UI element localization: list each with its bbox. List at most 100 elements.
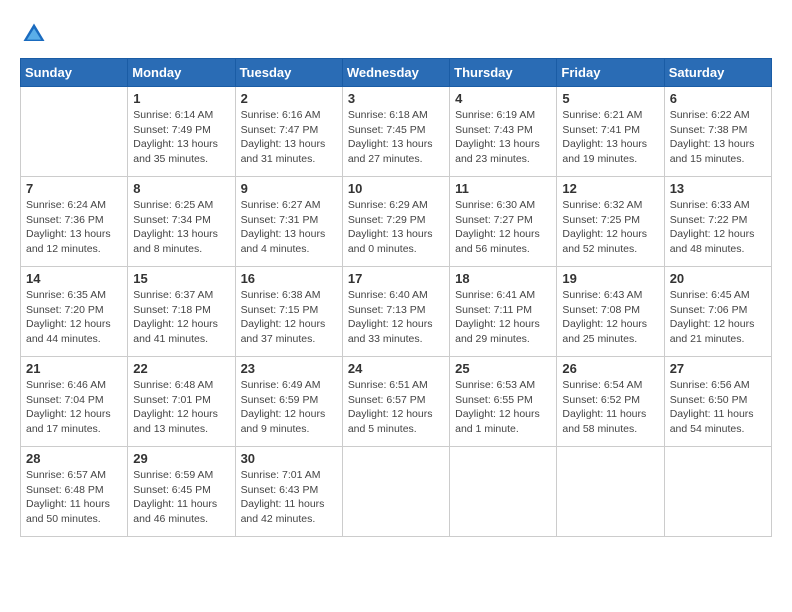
day-number: 15 xyxy=(133,271,229,286)
day-info: Sunrise: 7:01 AM Sunset: 6:43 PM Dayligh… xyxy=(241,468,337,527)
day-number: 26 xyxy=(562,361,658,376)
day-info: Sunrise: 6:24 AM Sunset: 7:36 PM Dayligh… xyxy=(26,198,122,257)
day-info: Sunrise: 6:14 AM Sunset: 7:49 PM Dayligh… xyxy=(133,108,229,167)
day-number: 24 xyxy=(348,361,444,376)
column-header-saturday: Saturday xyxy=(664,59,771,87)
calendar-cell: 11 Sunrise: 6:30 AM Sunset: 7:27 PM Dayli… xyxy=(450,177,557,267)
day-info: Sunrise: 6:21 AM Sunset: 7:41 PM Dayligh… xyxy=(562,108,658,167)
calendar-cell: 26 Sunrise: 6:54 AM Sunset: 6:52 PM Dayli… xyxy=(557,357,664,447)
day-number: 8 xyxy=(133,181,229,196)
header-row: SundayMondayTuesdayWednesdayThursdayFrid… xyxy=(21,59,772,87)
day-info: Sunrise: 6:40 AM Sunset: 7:13 PM Dayligh… xyxy=(348,288,444,347)
calendar-cell: 5Sunrise: 6:21 AM Sunset: 7:41 PM Daylig… xyxy=(557,87,664,177)
day-info: Sunrise: 6:45 AM Sunset: 7:06 PM Dayligh… xyxy=(670,288,766,347)
day-number: 4 xyxy=(455,91,551,106)
calendar-table: SundayMondayTuesdayWednesdayThursdayFrid… xyxy=(20,58,772,537)
day-number: 23 xyxy=(241,361,337,376)
week-row-3: 14 Sunrise: 6:35 AM Sunset: 7:20 PM Dayli… xyxy=(21,267,772,357)
day-info: Sunrise: 6:25 AM Sunset: 7:34 PM Dayligh… xyxy=(133,198,229,257)
day-info: Sunrise: 6:22 AM Sunset: 7:38 PM Dayligh… xyxy=(670,108,766,167)
day-number: 21 xyxy=(26,361,122,376)
logo xyxy=(20,20,52,48)
calendar-cell: 19Sunrise: 6:43 AM Sunset: 7:08 PM Dayli… xyxy=(557,267,664,357)
day-number: 7 xyxy=(26,181,122,196)
day-number: 6 xyxy=(670,91,766,106)
day-number: 13 xyxy=(670,181,766,196)
calendar-cell: 6 Sunrise: 6:22 AM Sunset: 7:38 PM Daylig… xyxy=(664,87,771,177)
calendar-cell: 22 Sunrise: 6:48 AM Sunset: 7:01 PM Dayli… xyxy=(128,357,235,447)
day-number: 20 xyxy=(670,271,766,286)
day-info: Sunrise: 6:29 AM Sunset: 7:29 PM Dayligh… xyxy=(348,198,444,257)
calendar-cell xyxy=(450,447,557,537)
calendar-cell xyxy=(664,447,771,537)
calendar-cell: 9Sunrise: 6:27 AM Sunset: 7:31 PM Daylig… xyxy=(235,177,342,267)
calendar-cell xyxy=(21,87,128,177)
day-info: Sunrise: 6:57 AM Sunset: 6:48 PM Dayligh… xyxy=(26,468,122,527)
day-info: Sunrise: 6:53 AM Sunset: 6:55 PM Dayligh… xyxy=(455,378,551,437)
day-info: Sunrise: 6:33 AM Sunset: 7:22 PM Dayligh… xyxy=(670,198,766,257)
calendar-cell: 15 Sunrise: 6:37 AM Sunset: 7:18 PM Dayli… xyxy=(128,267,235,357)
calendar-cell xyxy=(557,447,664,537)
day-number: 30 xyxy=(241,451,337,466)
day-number: 11 xyxy=(455,181,551,196)
column-header-thursday: Thursday xyxy=(450,59,557,87)
day-info: Sunrise: 6:35 AM Sunset: 7:20 PM Dayligh… xyxy=(26,288,122,347)
day-number: 25 xyxy=(455,361,551,376)
calendar-cell: 25 Sunrise: 6:53 AM Sunset: 6:55 PM Dayli… xyxy=(450,357,557,447)
calendar-cell: 21 Sunrise: 6:46 AM Sunset: 7:04 PM Dayli… xyxy=(21,357,128,447)
day-number: 16 xyxy=(241,271,337,286)
calendar-cell: 14 Sunrise: 6:35 AM Sunset: 7:20 PM Dayli… xyxy=(21,267,128,357)
day-info: Sunrise: 6:56 AM Sunset: 6:50 PM Dayligh… xyxy=(670,378,766,437)
calendar-cell: 28 Sunrise: 6:57 AM Sunset: 6:48 PM Dayli… xyxy=(21,447,128,537)
column-header-tuesday: Tuesday xyxy=(235,59,342,87)
day-info: Sunrise: 6:38 AM Sunset: 7:15 PM Dayligh… xyxy=(241,288,337,347)
day-info: Sunrise: 6:32 AM Sunset: 7:25 PM Dayligh… xyxy=(562,198,658,257)
calendar-cell: 8 Sunrise: 6:25 AM Sunset: 7:34 PM Daylig… xyxy=(128,177,235,267)
calendar-cell: 24 Sunrise: 6:51 AM Sunset: 6:57 PM Dayli… xyxy=(342,357,449,447)
calendar-cell: 30 Sunrise: 7:01 AM Sunset: 6:43 PM Dayli… xyxy=(235,447,342,537)
day-info: Sunrise: 6:59 AM Sunset: 6:45 PM Dayligh… xyxy=(133,468,229,527)
day-number: 12 xyxy=(562,181,658,196)
week-row-4: 21 Sunrise: 6:46 AM Sunset: 7:04 PM Dayli… xyxy=(21,357,772,447)
calendar-cell: 2 Sunrise: 6:16 AM Sunset: 7:47 PM Daylig… xyxy=(235,87,342,177)
day-number: 2 xyxy=(241,91,337,106)
logo-icon xyxy=(20,20,48,48)
calendar-cell: 17 Sunrise: 6:40 AM Sunset: 7:13 PM Dayli… xyxy=(342,267,449,357)
day-info: Sunrise: 6:43 AM Sunset: 7:08 PM Dayligh… xyxy=(562,288,658,347)
day-info: Sunrise: 6:19 AM Sunset: 7:43 PM Dayligh… xyxy=(455,108,551,167)
day-number: 28 xyxy=(26,451,122,466)
day-info: Sunrise: 6:51 AM Sunset: 6:57 PM Dayligh… xyxy=(348,378,444,437)
calendar-cell: 18 Sunrise: 6:41 AM Sunset: 7:11 PM Dayli… xyxy=(450,267,557,357)
column-header-friday: Friday xyxy=(557,59,664,87)
day-number: 18 xyxy=(455,271,551,286)
day-number: 9 xyxy=(241,181,337,196)
day-info: Sunrise: 6:41 AM Sunset: 7:11 PM Dayligh… xyxy=(455,288,551,347)
day-info: Sunrise: 6:48 AM Sunset: 7:01 PM Dayligh… xyxy=(133,378,229,437)
day-info: Sunrise: 6:37 AM Sunset: 7:18 PM Dayligh… xyxy=(133,288,229,347)
day-info: Sunrise: 6:30 AM Sunset: 7:27 PM Dayligh… xyxy=(455,198,551,257)
calendar-cell: 29Sunrise: 6:59 AM Sunset: 6:45 PM Dayli… xyxy=(128,447,235,537)
column-header-monday: Monday xyxy=(128,59,235,87)
day-number: 22 xyxy=(133,361,229,376)
calendar-cell: 1Sunrise: 6:14 AM Sunset: 7:49 PM Daylig… xyxy=(128,87,235,177)
day-info: Sunrise: 6:16 AM Sunset: 7:47 PM Dayligh… xyxy=(241,108,337,167)
calendar-cell: 12 Sunrise: 6:32 AM Sunset: 7:25 PM Dayli… xyxy=(557,177,664,267)
day-number: 3 xyxy=(348,91,444,106)
calendar-cell: 3Sunrise: 6:18 AM Sunset: 7:45 PM Daylig… xyxy=(342,87,449,177)
page-header xyxy=(20,20,772,48)
day-number: 17 xyxy=(348,271,444,286)
day-info: Sunrise: 6:49 AM Sunset: 6:59 PM Dayligh… xyxy=(241,378,337,437)
calendar-cell: 16 Sunrise: 6:38 AM Sunset: 7:15 PM Dayli… xyxy=(235,267,342,357)
day-info: Sunrise: 6:54 AM Sunset: 6:52 PM Dayligh… xyxy=(562,378,658,437)
calendar-cell: 27 Sunrise: 6:56 AM Sunset: 6:50 PM Dayli… xyxy=(664,357,771,447)
day-number: 14 xyxy=(26,271,122,286)
day-info: Sunrise: 6:46 AM Sunset: 7:04 PM Dayligh… xyxy=(26,378,122,437)
calendar-cell: 10Sunrise: 6:29 AM Sunset: 7:29 PM Dayli… xyxy=(342,177,449,267)
column-header-wednesday: Wednesday xyxy=(342,59,449,87)
week-row-1: 1Sunrise: 6:14 AM Sunset: 7:49 PM Daylig… xyxy=(21,87,772,177)
calendar-cell: 4 Sunrise: 6:19 AM Sunset: 7:43 PM Daylig… xyxy=(450,87,557,177)
calendar-cell: 7 Sunrise: 6:24 AM Sunset: 7:36 PM Daylig… xyxy=(21,177,128,267)
week-row-5: 28 Sunrise: 6:57 AM Sunset: 6:48 PM Dayli… xyxy=(21,447,772,537)
column-header-sunday: Sunday xyxy=(21,59,128,87)
day-number: 27 xyxy=(670,361,766,376)
